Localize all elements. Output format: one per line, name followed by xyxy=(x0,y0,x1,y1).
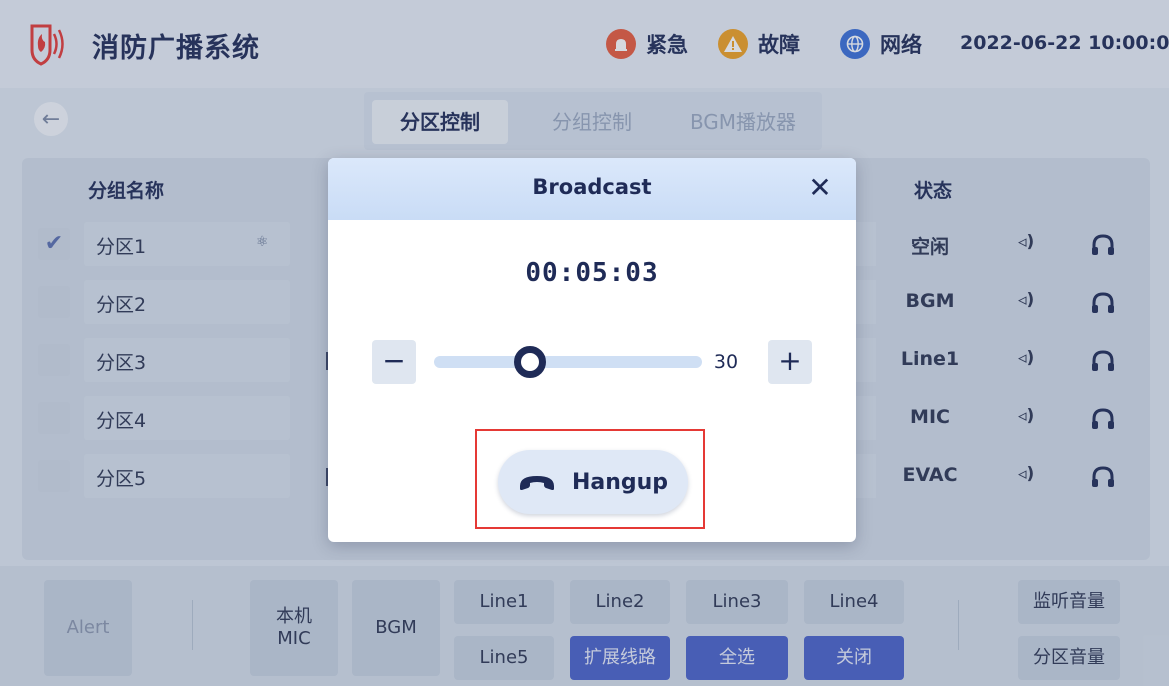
hangup-button[interactable]: Hangup xyxy=(498,450,688,514)
close-dialog-button[interactable]: ✕ xyxy=(804,172,836,204)
broadcast-timer: 00:05:03 xyxy=(525,258,659,288)
volume-increase-button[interactable]: + xyxy=(768,340,812,384)
app-window: 消防广播系统 紧急 故障 网络 2022-06-22 10:00:06 ← 分区… xyxy=(0,0,1169,686)
volume-decrease-button[interactable]: − xyxy=(372,340,416,384)
phone-hangup-icon xyxy=(519,476,554,490)
volume-value: 30 xyxy=(713,351,739,373)
plus-icon: + xyxy=(778,344,802,377)
close-icon: ✕ xyxy=(808,171,832,204)
dialog-title: Broadcast xyxy=(532,175,652,199)
hangup-label: Hangup xyxy=(571,469,669,495)
volume-slider-thumb[interactable] xyxy=(514,346,547,378)
broadcast-dialog: Broadcast ✕ 00:05:03 − 30 + Hangup xyxy=(328,158,856,542)
volume-slider-track[interactable] xyxy=(434,356,702,368)
dialog-header: Broadcast ✕ xyxy=(328,158,856,220)
minus-icon: − xyxy=(382,344,406,377)
